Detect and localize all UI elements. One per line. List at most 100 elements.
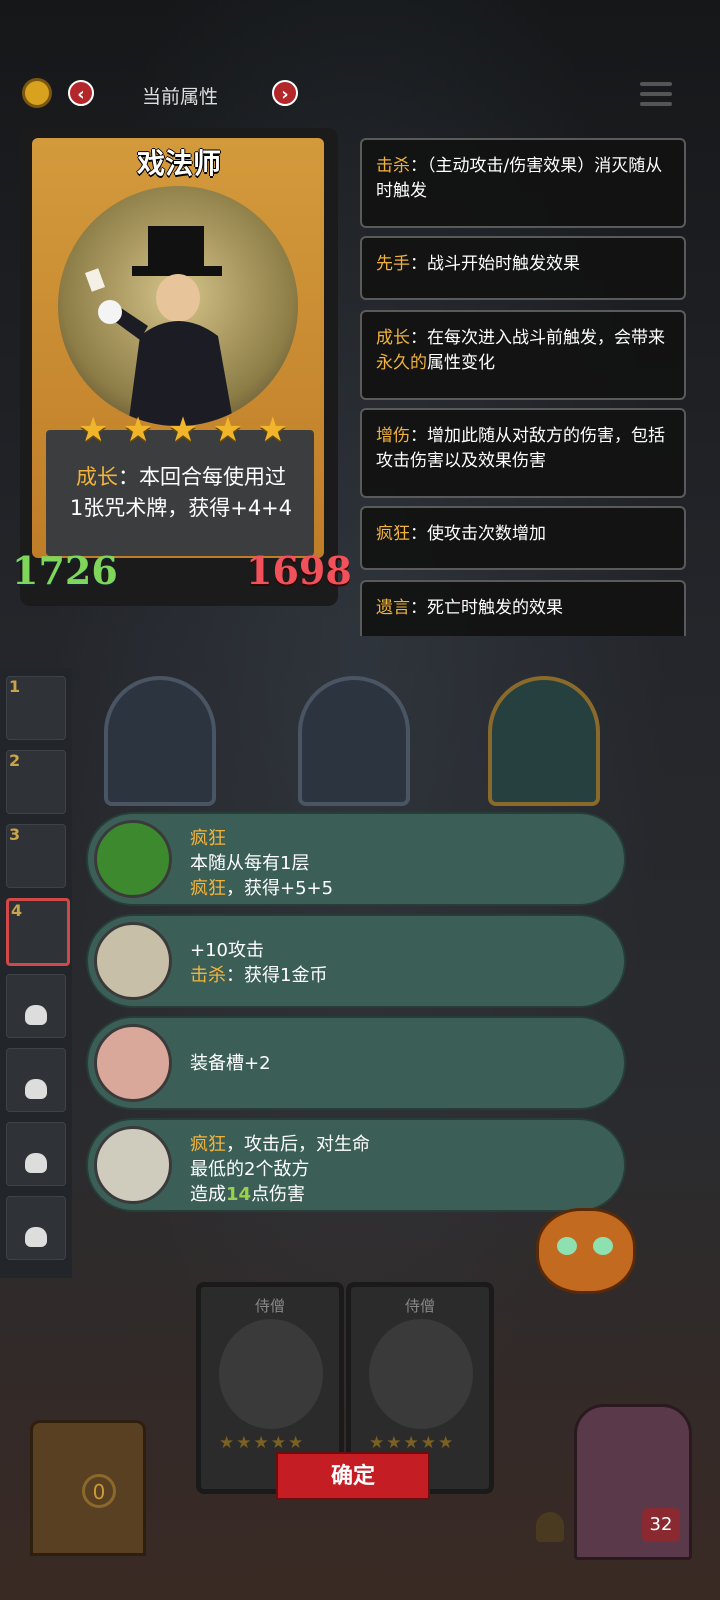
glossary-kill: 击杀：（主动攻击/伤害效果）消灭随从时触发: [360, 138, 686, 228]
sidebar-item-number: 3: [9, 825, 21, 844]
glossary-text: ：使攻击次数增加: [410, 524, 546, 544]
hand-card-name: 侍僧: [404, 1297, 435, 1315]
equipment-text: 装备槽+2: [190, 1051, 271, 1076]
sidebar-item-number: 2: [9, 751, 21, 770]
hand-card-stars: ★★★★★: [369, 1433, 456, 1453]
glossary-growth: 成长：在每次进入战斗前触发，会带来永久的属性变化: [360, 310, 686, 400]
sidebar-item[interactable]: [6, 974, 66, 1038]
sidebar-item[interactable]: 1: [6, 676, 66, 740]
glossary-frenzy: 疯狂：使攻击次数增加: [360, 506, 686, 570]
coin-icon: [22, 78, 52, 108]
equipment-line: ，获得+5+5: [226, 878, 334, 899]
glossary-damage-boost: 增伤：增加此随从对敌方的伤害，包括攻击伤害以及效果伤害: [360, 408, 686, 498]
player-life: 32: [642, 1508, 680, 1542]
equipment-line: 本随从每有1层: [190, 853, 310, 874]
equipment-keyword: 疯狂: [190, 878, 226, 899]
confirm-button[interactable]: 确定: [276, 1452, 430, 1500]
top-bar: ‹ 当前属性 ›: [0, 60, 720, 130]
pig-icon: [94, 1024, 172, 1102]
sidebar-item[interactable]: [6, 1196, 66, 1260]
enemy-slot[interactable]: [104, 676, 216, 806]
glossary-text: ：在每次进入战斗前触发，会带来: [410, 328, 665, 348]
glossary-deathrattle: 遗言：死亡时触发的效果: [360, 580, 686, 636]
claw-icon: [94, 1126, 172, 1204]
star-icon: ★: [122, 410, 154, 450]
equipment-title: 疯狂: [190, 828, 226, 849]
glossary-highlight: 永久的: [376, 353, 427, 373]
sidebar-item[interactable]: [6, 1122, 66, 1186]
star-icon: ★: [212, 410, 244, 450]
acolyte-art: [219, 1319, 323, 1429]
star-rating: ★ ★ ★ ★ ★: [78, 410, 288, 450]
glossary-keyword: 遗言: [376, 598, 410, 618]
skull-icon: [25, 1153, 47, 1173]
prev-arrow-button[interactable]: ‹: [68, 80, 94, 106]
star-icon: ★: [78, 410, 109, 450]
ability-keyword: 成长: [76, 465, 118, 489]
sidebar-item-number: 4: [11, 901, 23, 920]
equipment-tooltip[interactable]: 疯狂，攻击后，对生命 最低的2个敌方 造成14点伤害: [86, 1118, 626, 1212]
glossary-keyword: 成长: [376, 328, 410, 348]
menu-icon[interactable]: [640, 82, 672, 108]
equipment-line: 最低的2个敌方: [190, 1159, 310, 1180]
acolyte-art: [369, 1319, 473, 1429]
equipment-tooltip[interactable]: 疯狂 本随从每有1层 疯狂，获得+5+5: [86, 812, 626, 906]
glossary-text: 属性变化: [427, 353, 495, 373]
sidebar-item[interactable]: [6, 1048, 66, 1112]
ability-text-1: ：本回合每使用过: [118, 465, 286, 489]
equipment-text: 疯狂 本随从每有1层 疯狂，获得+5+5: [190, 826, 333, 901]
glossary-text: ：战斗开始时触发效果: [410, 254, 580, 274]
equipment-tooltip[interactable]: 装备槽+2: [86, 1016, 626, 1110]
glossary-text: ：增加此随从对敌方的伤害，包括攻击伤害以及效果伤害: [376, 426, 665, 471]
glossary-text: ：死亡时触发的效果: [410, 598, 563, 618]
equipment-text: +10攻击 击杀：获得1金币: [190, 938, 327, 988]
equipment-keyword: 疯狂: [190, 1134, 226, 1155]
equipment-tooltip[interactable]: +10攻击 击杀：获得1金币: [86, 914, 626, 1008]
glossary-keyword: 先手: [376, 254, 410, 274]
skull-icon: [25, 1005, 47, 1025]
glossary-keyword: 击杀: [376, 156, 410, 176]
equipment-line: ：获得1金币: [226, 965, 328, 986]
ability-text-2: 1张咒术牌，获得+4+4: [69, 496, 293, 520]
bell-icon[interactable]: [536, 1512, 564, 1542]
equipment-line: 造成: [190, 1184, 226, 1205]
sidebar-item[interactable]: 4: [6, 898, 70, 966]
equipment-text: 疯狂，攻击后，对生命 最低的2个敌方 造成14点伤害: [190, 1132, 370, 1207]
equipment-keyword: 击杀: [190, 965, 226, 986]
skull-icon: [25, 1227, 47, 1247]
magician-figure-icon: [85, 226, 234, 426]
star-icon: ★: [167, 410, 199, 450]
hand-card-stars: ★★★★★: [219, 1433, 306, 1453]
glove-icon: [94, 922, 172, 1000]
hero-name: 戏法师: [136, 147, 221, 180]
equipment-line: 装备槽+2: [190, 1053, 271, 1074]
pumpkin-eye: [557, 1237, 577, 1255]
equipment-line: ，攻击后，对生命: [226, 1134, 370, 1155]
tab-title: 当前属性: [142, 86, 219, 108]
sidebar-item[interactable]: 2: [6, 750, 66, 814]
damage-number: 14: [226, 1184, 252, 1205]
enemy-slot[interactable]: [488, 676, 600, 806]
pumpkin-icon[interactable]: [536, 1208, 636, 1294]
skull-icon: [25, 1079, 47, 1099]
equipment-line: +10攻击: [190, 940, 264, 961]
pumpkin-eye: [593, 1237, 613, 1255]
sidebar-item[interactable]: 3: [6, 824, 66, 888]
hero-card: 戏法师 ★ ★ ★ ★ ★ 成长：本回合每使用过 1张咒术牌，获得+4+4 17…: [12, 128, 352, 606]
health-value: 1698: [246, 548, 352, 593]
glossary-first-strike: 先手：战斗开始时触发效果: [360, 236, 686, 300]
next-arrow-button[interactable]: ›: [272, 80, 298, 106]
sidebar-item-number: 1: [9, 677, 21, 696]
glossary-text: ：（主动攻击/伤害效果）消灭随从时触发: [376, 156, 663, 201]
glossary-keyword: 疯狂: [376, 524, 410, 544]
magician-portrait: [58, 186, 298, 426]
hero-ability-text: 成长：本回合每使用过 1张咒术牌，获得+4+4: [50, 462, 312, 524]
glossary-keyword: 增伤: [376, 426, 410, 446]
chest-count: 0: [82, 1474, 116, 1508]
attack-value: 1726: [12, 548, 118, 593]
hand-card-name: 侍僧: [254, 1297, 285, 1315]
enemy-slot[interactable]: [298, 676, 410, 806]
skull-icon: [94, 820, 172, 898]
equipment-line: 点伤害: [251, 1184, 306, 1205]
minion-sidebar: 1 2 3 4: [0, 668, 72, 1278]
